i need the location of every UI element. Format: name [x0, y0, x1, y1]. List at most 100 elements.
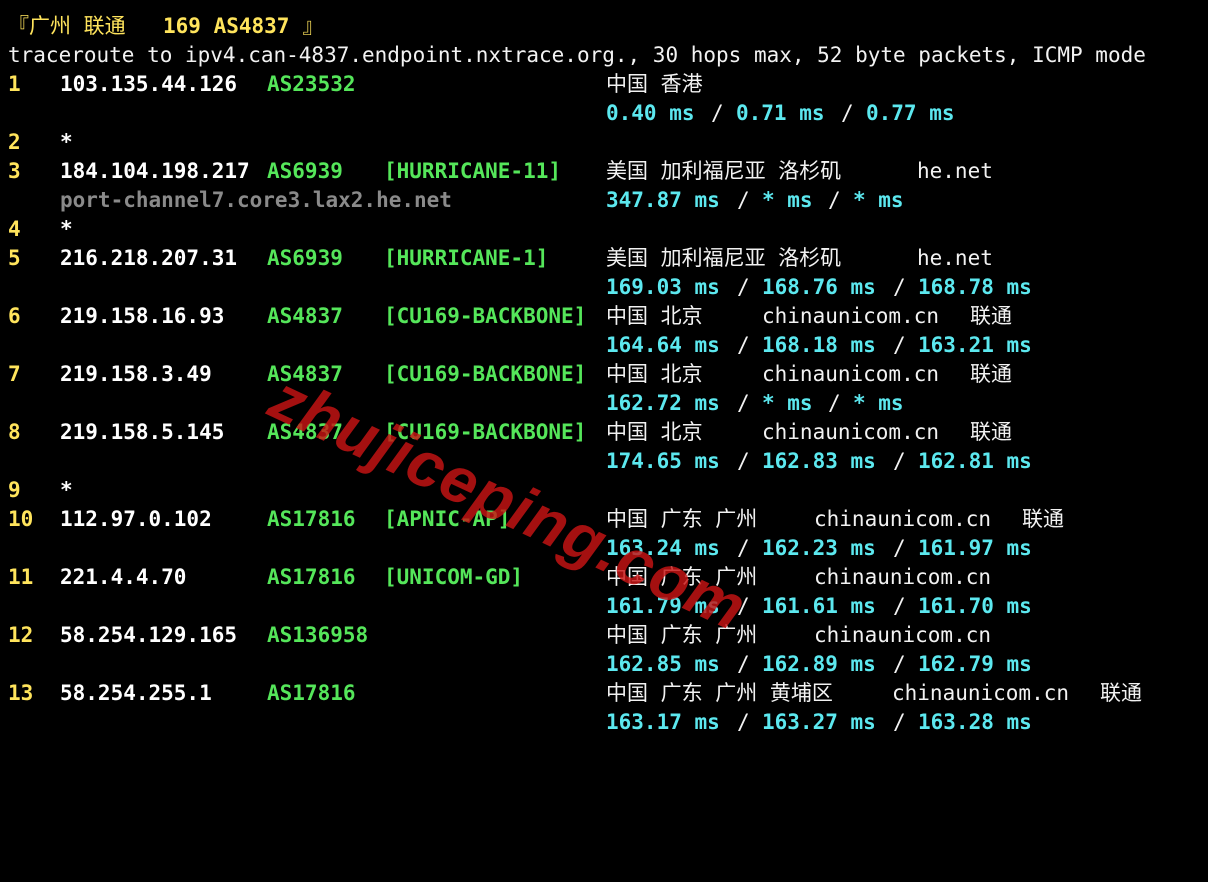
hop-row: 9 *	[0, 476, 73, 505]
hop-geo: 中国 北京	[606, 304, 703, 328]
hop-asn: AS17816	[267, 565, 356, 589]
hop-row: 4 *	[0, 215, 73, 244]
latency-2: * ms	[762, 188, 813, 212]
hop-row: 8 219.158.5.145 AS4837 [CU169-BACKBONE] …	[0, 418, 1012, 447]
hop-org: chinaunicom.cn	[814, 507, 992, 531]
latency-sep: /	[893, 652, 906, 676]
latency-2: 162.23 ms	[762, 536, 876, 560]
header-text: traceroute to ipv4.can-4837.endpoint.nxt…	[8, 43, 1146, 67]
hop-number: 9	[8, 478, 21, 502]
hop-geo: 中国 广东 广州	[606, 565, 758, 589]
hop-row: 1 103.135.44.126 AS23532 中国 香港	[0, 70, 703, 99]
hop-row: 10 112.97.0.102 AS17816 [APNIC-AP] 中国 广东…	[0, 505, 1064, 534]
latency-3: 168.78 ms	[918, 275, 1032, 299]
hop-row: 11 221.4.4.70 AS17816 [UNICOM-GD] 中国 广东 …	[0, 563, 991, 592]
hop-timeout: *	[60, 130, 73, 154]
hop-number: 8	[8, 420, 21, 444]
hop-ip: 58.254.129.165	[60, 623, 238, 647]
latency-row: 162.72 ms / * ms / * ms	[0, 389, 904, 418]
hop-row: 7 219.158.3.49 AS4837 [CU169-BACKBONE] 中…	[0, 360, 1012, 389]
latency-row: 164.64 ms / 168.18 ms / 163.21 ms	[0, 331, 1032, 360]
latency-1: 169.03 ms	[606, 275, 720, 299]
latency-3: * ms	[853, 391, 904, 415]
hop-number: 11	[8, 565, 34, 589]
latency-row: 0.40 ms / 0.71 ms / 0.77 ms	[0, 99, 955, 128]
latency-sep: /	[737, 333, 750, 357]
hop-number: 4	[8, 217, 21, 241]
latency-3: 162.81 ms	[918, 449, 1032, 473]
hop-ip: 219.158.3.49	[60, 362, 212, 386]
latency-2: 168.76 ms	[762, 275, 876, 299]
hop-tag: [HURRICANE-11]	[384, 159, 562, 183]
hop-org: chinaunicom.cn	[814, 565, 992, 589]
hop-row: 2 *	[0, 128, 73, 157]
hop-tag: [APNIC-AP]	[384, 507, 511, 531]
latency-3: 161.70 ms	[918, 594, 1032, 618]
hop-asn: AS136958	[267, 623, 369, 647]
latency-row: 169.03 ms / 168.76 ms / 168.78 ms	[0, 273, 1032, 302]
latency-2: 0.71 ms	[736, 101, 825, 125]
latency-1: 163.17 ms	[606, 710, 720, 734]
latency-sep: /	[828, 391, 841, 415]
hop-row: 3 184.104.198.217 AS6939 [HURRICANE-11] …	[0, 157, 993, 186]
latency-row: 161.79 ms / 161.61 ms / 161.70 ms	[0, 592, 1032, 621]
hop-geo: 美国 加利福尼亚 洛杉矶	[606, 246, 842, 270]
hop-number: 2	[8, 130, 21, 154]
title-open: 『广州 联通	[8, 14, 139, 38]
hop-ip: 219.158.16.93	[60, 304, 225, 328]
hop-geo: 中国 北京	[606, 362, 703, 386]
traceroute-header: traceroute to ipv4.can-4837.endpoint.nxt…	[0, 41, 1146, 70]
hop-org: chinaunicom.cn	[762, 304, 940, 328]
latency-3: 161.97 ms	[918, 536, 1032, 560]
hop-tag: [UNICOM-GD]	[384, 565, 524, 589]
latency-1: 161.79 ms	[606, 594, 720, 618]
hop-row: 12 58.254.129.165 AS136958 中国 广东 广州 chin…	[0, 621, 991, 650]
title-close: 』	[290, 14, 324, 38]
latency-3: * ms	[853, 188, 904, 212]
hop-row: 6 219.158.16.93 AS4837 [CU169-BACKBONE] …	[0, 302, 1012, 331]
hop-geo: 中国 香港	[606, 72, 703, 96]
hop-geo: 中国 广东 广州	[606, 623, 758, 647]
latency-sep: /	[737, 536, 750, 560]
hop-number: 13	[8, 681, 34, 705]
latency-1: 163.24 ms	[606, 536, 720, 560]
latency-sep: /	[737, 449, 750, 473]
latency-2: 163.27 ms	[762, 710, 876, 734]
latency-2: * ms	[762, 391, 813, 415]
hop-asn: AS4837	[267, 420, 343, 444]
hop-timeout: *	[60, 217, 73, 241]
latency-row: 162.85 ms / 162.89 ms / 162.79 ms	[0, 650, 1032, 679]
latency-2: 168.18 ms	[762, 333, 876, 357]
latency-sep: /	[893, 449, 906, 473]
hop-tag: [CU169-BACKBONE]	[384, 420, 587, 444]
hop-geo: 中国 广东 广州 黄埔区	[606, 681, 833, 705]
hop-asn: AS6939	[267, 159, 343, 183]
latency-2: 161.61 ms	[762, 594, 876, 618]
hop-row: 13 58.254.255.1 AS17816 中国 广东 广州 黄埔区 chi…	[0, 679, 1142, 708]
hop-asn: AS17816	[267, 507, 356, 531]
hop-isp: 联通	[970, 362, 1012, 386]
hop-number: 12	[8, 623, 34, 647]
latency-sep: /	[841, 101, 854, 125]
hop-asn: AS17816	[267, 681, 356, 705]
title-bold: 169 AS4837	[163, 14, 290, 38]
hop-number: 1	[8, 72, 21, 96]
hop-org: chinaunicom.cn	[892, 681, 1070, 705]
latency-3: 163.28 ms	[918, 710, 1032, 734]
latency-row: port-channel7.core3.lax2.he.net 347.87 m…	[0, 186, 904, 215]
hop-ip: 58.254.255.1	[60, 681, 212, 705]
latency-sep: /	[893, 536, 906, 560]
hop-rdns: port-channel7.core3.lax2.he.net	[60, 188, 452, 212]
latency-3: 162.79 ms	[918, 652, 1032, 676]
hop-tag: [HURRICANE-1]	[384, 246, 549, 270]
hop-number: 5	[8, 246, 21, 270]
hop-geo: 美国 加利福尼亚 洛杉矶	[606, 159, 842, 183]
latency-sep: /	[893, 710, 906, 734]
hop-number: 7	[8, 362, 21, 386]
latency-sep: /	[893, 275, 906, 299]
latency-3: 163.21 ms	[918, 333, 1032, 357]
latency-2: 162.83 ms	[762, 449, 876, 473]
hop-number: 3	[8, 159, 21, 183]
hop-number: 6	[8, 304, 21, 328]
hop-org: chinaunicom.cn	[762, 420, 940, 444]
